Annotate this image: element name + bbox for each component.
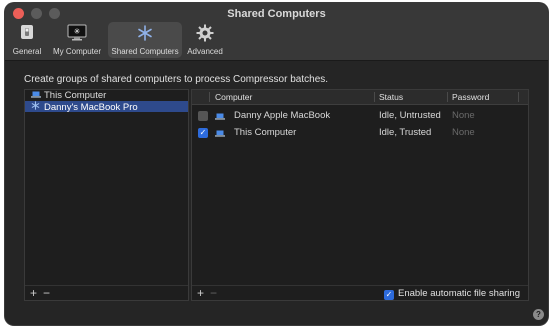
monitor-icon: ✳ <box>67 24 87 46</box>
laptop-icon <box>215 129 225 140</box>
computer-status: Idle, Untrusted <box>379 110 441 121</box>
titlebar: Shared Computers General ✳ My Computer S… <box>5 3 548 61</box>
group-item-this-computer[interactable]: This Computer <box>25 90 188 101</box>
gear-icon <box>196 24 214 47</box>
remove-group-button[interactable]: − <box>43 287 50 299</box>
add-group-button[interactable]: + <box>30 287 37 299</box>
add-computer-button[interactable]: + <box>197 287 204 299</box>
column-header-password[interactable]: Password <box>452 92 489 102</box>
cluster-asterisk-icon <box>136 24 154 47</box>
row-checkbox[interactable]: ✓ <box>198 128 208 138</box>
computer-status: Idle, Trusted <box>379 127 432 138</box>
tab-advanced[interactable]: Advanced <box>185 22 225 58</box>
asterisk-icon <box>30 101 41 113</box>
file-sharing-toggle[interactable]: ✓ Enable automatic file sharing <box>384 288 520 300</box>
tab-label: Shared Computers <box>111 47 179 56</box>
tab-shared-computers[interactable]: Shared Computers <box>108 22 182 58</box>
tab-my-computer[interactable]: ✳ My Computer <box>49 22 105 58</box>
remove-computer-button[interactable]: − <box>210 287 217 299</box>
group-list-footer: + − <box>25 285 188 300</box>
table-row[interactable]: Danny Apple MacBook Idle, Untrusted None <box>192 108 528 124</box>
computer-password: None <box>452 127 475 138</box>
column-separator <box>209 92 210 102</box>
tab-label: My Computer <box>52 47 101 56</box>
file-sharing-checkbox[interactable]: ✓ <box>384 290 394 300</box>
computer-name: Danny Apple MacBook <box>234 110 331 121</box>
tab-general[interactable]: General <box>9 22 45 58</box>
instruction-text: Create groups of shared computers to pro… <box>24 74 329 85</box>
table-row[interactable]: ✓ This Computer Idle, Trusted None <box>192 125 528 141</box>
column-separator <box>518 92 519 102</box>
column-header-computer[interactable]: Computer <box>215 92 252 102</box>
group-label: This Computer <box>44 90 107 101</box>
column-header-status[interactable]: Status <box>379 92 403 102</box>
general-switch-icon <box>20 24 34 45</box>
group-label: Danny's MacBook Pro <box>44 102 138 113</box>
tab-label: General <box>12 47 42 56</box>
group-item-dannys-macbook-pro[interactable]: Danny's MacBook Pro <box>25 101 188 113</box>
column-separator <box>447 92 448 102</box>
row-checkbox[interactable] <box>198 111 208 121</box>
help-button[interactable]: ? <box>533 309 544 320</box>
laptop-icon <box>215 112 225 123</box>
group-list: This Computer Danny's MacBook Pro + − <box>24 89 189 301</box>
column-separator <box>374 92 375 102</box>
svg-text:✳: ✳ <box>74 27 81 36</box>
computers-table: Computer Status Password Danny Apple Mac… <box>191 89 529 301</box>
shared-computers-window: Shared Computers General ✳ My Computer S… <box>5 3 548 325</box>
computer-password: None <box>452 110 475 121</box>
laptop-icon <box>30 90 41 101</box>
computers-table-footer: + − ✓ Enable automatic file sharing <box>192 285 528 300</box>
tab-label: Advanced <box>187 47 223 56</box>
computer-name: This Computer <box>234 127 297 138</box>
table-header: Computer Status Password <box>192 90 528 105</box>
window-title: Shared Computers <box>227 8 326 20</box>
file-sharing-label: Enable automatic file sharing <box>398 288 520 299</box>
